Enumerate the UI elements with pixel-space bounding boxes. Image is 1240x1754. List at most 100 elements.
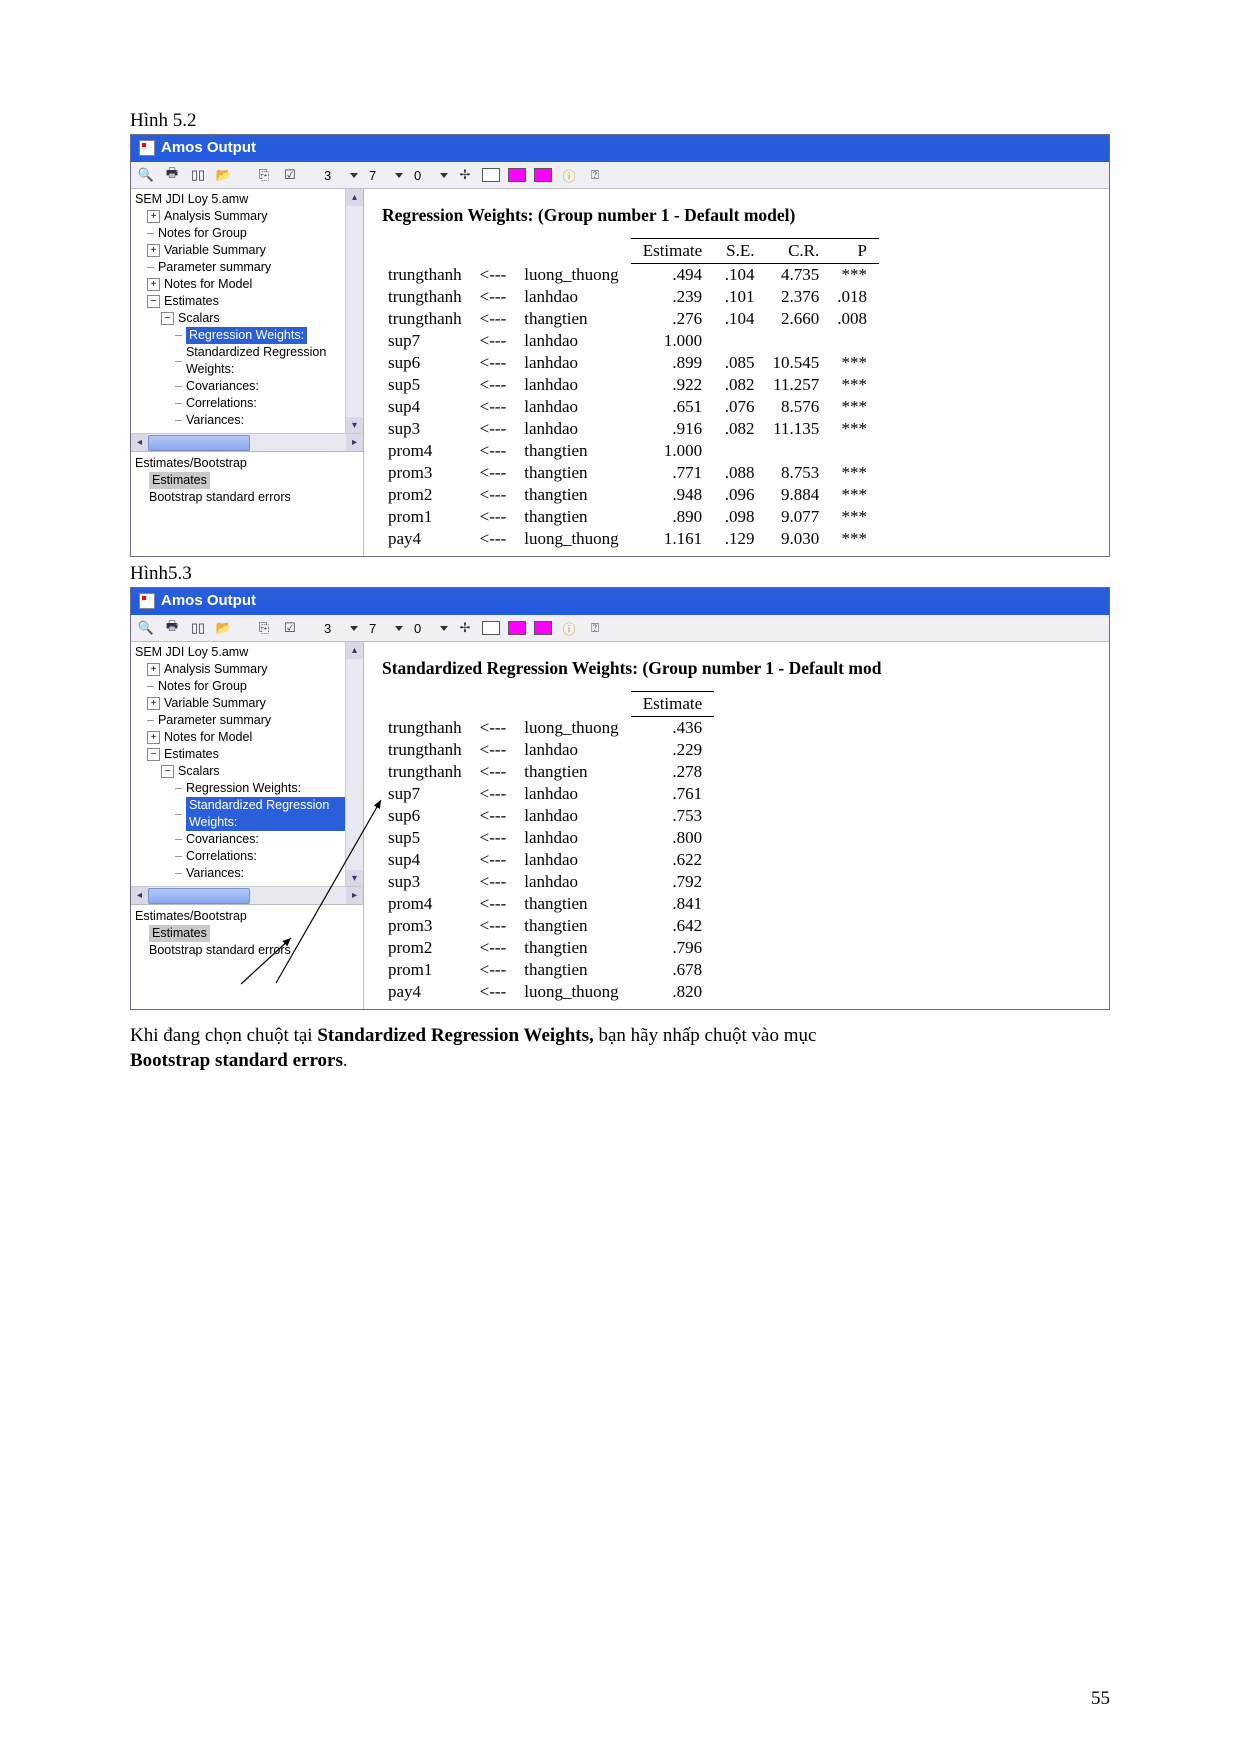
tree-item[interactable]: –Parameter summary (135, 712, 363, 729)
table-row: trungthanh<---thangtien.276.1042.660.008 (382, 308, 879, 330)
toolbar-num-c[interactable]: 0 (411, 621, 432, 636)
preview-icon[interactable]: 🔍 (137, 166, 155, 184)
tree-item-correlations[interactable]: –Correlations: (135, 848, 363, 865)
tree-item-covariances[interactable]: –Covariances: (135, 378, 363, 395)
tree-item[interactable]: +Analysis Summary (135, 661, 363, 678)
scroll-up-icon[interactable]: ▴ (346, 642, 363, 659)
nav-tree[interactable]: SEM JDI Loy 5.amw +Analysis Summary –Not… (131, 642, 363, 878)
print-icon[interactable]: 🖶 (163, 166, 181, 184)
bootstrap-item-estimates[interactable]: Estimates (135, 472, 359, 489)
info-icon[interactable]: ⓘ (560, 619, 578, 637)
table-row: prom3<---thangtien.771.0888.753*** (382, 462, 879, 484)
tree-item-std-regression-weights[interactable]: –Standardized Regression Weights: (135, 797, 363, 831)
bootstrap-item-errors[interactable]: Bootstrap standard errors (135, 942, 359, 959)
table-cell: lanhdao (518, 286, 630, 308)
scroll-right-icon[interactable]: ▸ (346, 434, 363, 451)
table-cell: sup6 (382, 805, 474, 827)
toolbar-num-c[interactable]: 0 (411, 168, 432, 183)
info-icon[interactable]: ⓘ (560, 166, 578, 184)
tree-item-std-regression-weights[interactable]: –Standardized Regression Weights: (135, 344, 363, 378)
tree-item[interactable]: +Variable Summary (135, 695, 363, 712)
crosshair-icon[interactable]: ✢ (456, 166, 474, 184)
tree-item-variances[interactable]: –Variances: (135, 865, 363, 878)
table-row: sup4<---lanhdao.651.0768.576*** (382, 396, 879, 418)
tree-item[interactable]: –Notes for Group (135, 678, 363, 695)
help-icon[interactable]: ⍰ (586, 166, 604, 184)
table-cell: thangtien (518, 959, 630, 981)
help-icon[interactable]: ⍰ (586, 619, 604, 637)
table-cell: .922 (631, 374, 714, 396)
tree-item-correlations[interactable]: –Correlations: (135, 395, 363, 412)
color-swatch-magenta[interactable] (534, 168, 552, 182)
open-icon[interactable]: 📂 (215, 166, 233, 184)
print-icon[interactable]: 🖶 (163, 619, 181, 637)
tree-item-estimates[interactable]: −Estimates (135, 293, 363, 310)
tree-item-regression-weights[interactable]: –Regression Weights: (135, 780, 363, 797)
toolbar-num-b[interactable]: 7 (366, 621, 387, 636)
tree-item[interactable]: +Variable Summary (135, 242, 363, 259)
bootstrap-pane: Estimates/Bootstrap Estimates Bootstrap … (131, 452, 363, 512)
table-row: sup4<---lanhdao.622 (382, 849, 714, 871)
table-cell: .841 (631, 893, 714, 915)
scrollbar-horizontal[interactable]: ◂ ▸ (131, 433, 363, 451)
color-swatch-magenta[interactable] (508, 621, 526, 635)
tree-item[interactable]: +Notes for Model (135, 729, 363, 746)
dropdown-icon[interactable] (395, 626, 403, 631)
tree-item-scalars[interactable]: −Scalars (135, 763, 363, 780)
tree-item[interactable]: –Parameter summary (135, 259, 363, 276)
bootstrap-item-estimates[interactable]: Estimates (135, 925, 359, 942)
scroll-up-icon[interactable]: ▴ (346, 189, 363, 206)
table-cell: lanhdao (518, 396, 630, 418)
tree-item[interactable]: –Notes for Group (135, 225, 363, 242)
table-cell: prom1 (382, 959, 474, 981)
dropdown-icon[interactable] (395, 173, 403, 178)
bootstrap-item-errors[interactable]: Bootstrap standard errors (135, 489, 359, 506)
table-row: sup5<---lanhdao.922.08211.257*** (382, 374, 879, 396)
scroll-thumb[interactable] (148, 888, 250, 904)
color-swatch-grey[interactable] (482, 168, 500, 182)
tree-item-estimates[interactable]: −Estimates (135, 746, 363, 763)
preview-icon[interactable]: 🔍 (137, 619, 155, 637)
book-icon[interactable]: ▯▯ (189, 166, 207, 184)
scroll-thumb[interactable] (148, 435, 250, 451)
tree-item-covariances[interactable]: –Covariances: (135, 831, 363, 848)
table-cell: prom2 (382, 937, 474, 959)
scrollbar-vertical[interactable]: ▴ ▾ (345, 189, 363, 434)
color-swatch-magenta[interactable] (534, 621, 552, 635)
copy-icon[interactable]: ⎘ (255, 166, 273, 184)
dropdown-icon[interactable] (350, 626, 358, 631)
dropdown-icon[interactable] (440, 626, 448, 631)
tree-item-variances[interactable]: –Variances: (135, 412, 363, 425)
tree-item[interactable]: +Analysis Summary (135, 208, 363, 225)
toolbar-num-a[interactable]: 3 (321, 168, 342, 183)
scroll-down-icon[interactable]: ▾ (346, 870, 363, 887)
dropdown-icon[interactable] (350, 173, 358, 178)
tree-item-scalars[interactable]: −Scalars (135, 310, 363, 327)
copy-icon[interactable]: ⎘ (255, 619, 273, 637)
table-cell: .088 (714, 462, 766, 484)
toolbar-num-b[interactable]: 7 (366, 168, 387, 183)
tree-file[interactable]: SEM JDI Loy 5.amw (135, 191, 363, 208)
color-swatch-grey[interactable] (482, 621, 500, 635)
color-swatch-magenta[interactable] (508, 168, 526, 182)
check-icon[interactable]: ☑ (281, 166, 299, 184)
table-cell: <--- (474, 959, 519, 981)
tree-file[interactable]: SEM JDI Loy 5.amw (135, 644, 363, 661)
scrollbar-vertical[interactable]: ▴ ▾ (345, 642, 363, 887)
crosshair-icon[interactable]: ✢ (456, 619, 474, 637)
nav-tree[interactable]: SEM JDI Loy 5.amw +Analysis Summary –Not… (131, 189, 363, 425)
table-cell: thangtien (518, 915, 630, 937)
dropdown-icon[interactable] (440, 173, 448, 178)
book-icon[interactable]: ▯▯ (189, 619, 207, 637)
tree-item[interactable]: +Notes for Model (135, 276, 363, 293)
tree-item-regression-weights[interactable]: –Regression Weights: (135, 327, 363, 344)
toolbar-num-a[interactable]: 3 (321, 621, 342, 636)
scroll-right-icon[interactable]: ▸ (346, 887, 363, 904)
scrollbar-horizontal[interactable]: ◂ ▸ (131, 886, 363, 904)
scroll-left-icon[interactable]: ◂ (131, 887, 148, 904)
table-cell: <--- (474, 739, 519, 761)
check-icon[interactable]: ☑ (281, 619, 299, 637)
scroll-down-icon[interactable]: ▾ (346, 417, 363, 434)
open-icon[interactable]: 📂 (215, 619, 233, 637)
scroll-left-icon[interactable]: ◂ (131, 434, 148, 451)
